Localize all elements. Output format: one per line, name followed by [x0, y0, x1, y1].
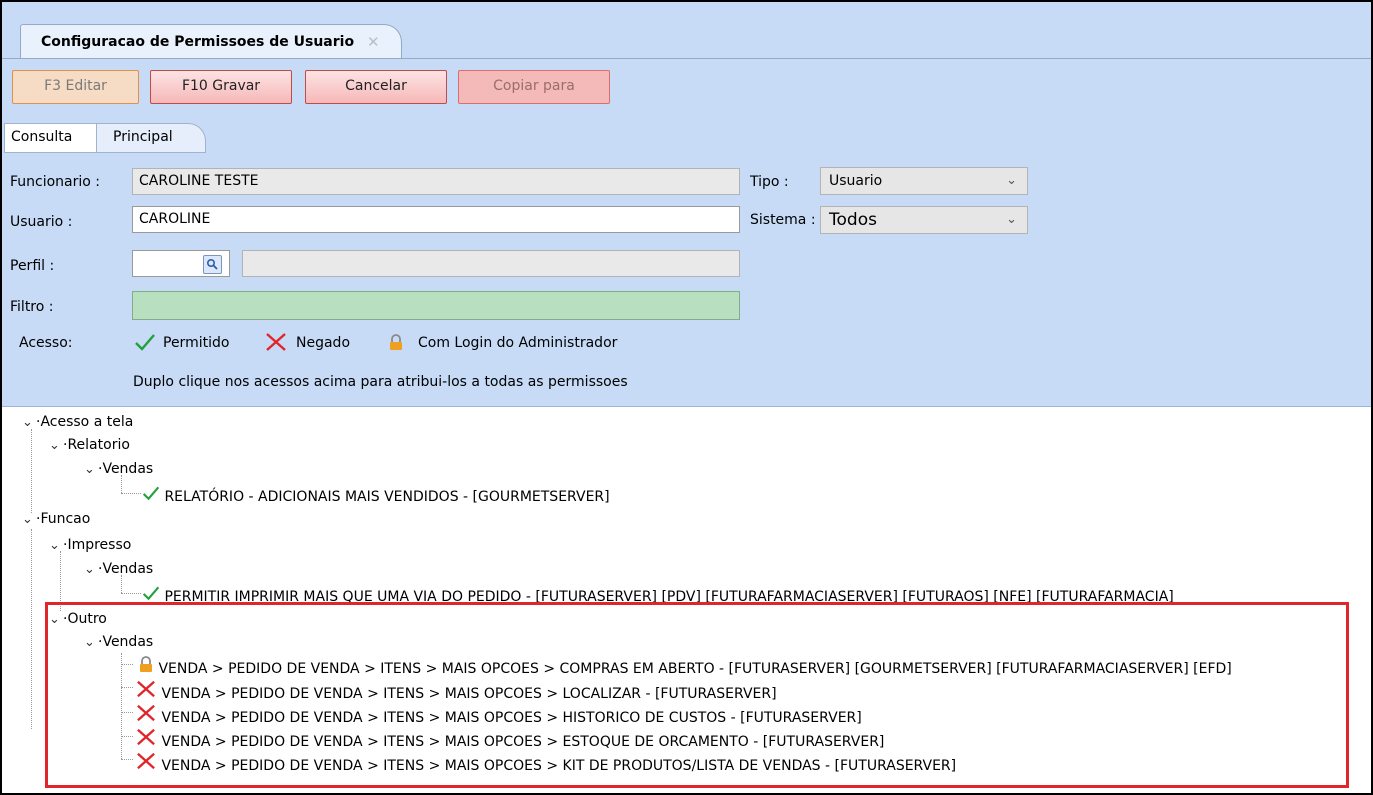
check-icon	[142, 586, 160, 601]
search-icon[interactable]	[203, 255, 222, 274]
tab-principal[interactable]: Principal	[96, 123, 206, 153]
chevron-down-icon: ⌄	[1006, 173, 1017, 188]
usuario-field[interactable]: CAROLINE	[132, 206, 740, 233]
funcionario-label: Funcionario :	[10, 174, 101, 190]
check-icon	[142, 486, 160, 501]
tree-connector	[31, 429, 32, 513]
sistema-label: Sistema :	[750, 212, 816, 228]
tipo-value: Usuario	[829, 173, 883, 189]
permitido-label[interactable]: Permitido	[163, 335, 229, 351]
sistema-value: Todos	[829, 210, 877, 230]
tab-divider	[2, 58, 1371, 59]
tree-node-funcao[interactable]: ⌄ ·Funcao	[22, 511, 90, 527]
check-icon[interactable]	[134, 333, 156, 355]
usuario-label: Usuario :	[10, 214, 73, 230]
chevron-down-icon[interactable]: ⌄	[49, 438, 63, 453]
document-tab-title: Configuracao de Permissoes de Usuario	[41, 34, 355, 50]
perfil-field[interactable]	[132, 250, 230, 277]
tab-consulta[interactable]: Consulta	[4, 123, 100, 153]
permissions-window: Configuracao de Permissoes de Usuario ✕ …	[0, 0, 1373, 795]
tree-connector	[121, 475, 122, 493]
chevron-down-icon: ⌄	[1006, 212, 1017, 227]
perfil-label: Perfil :	[10, 258, 55, 274]
tree-node-label: Acesso a tela	[40, 414, 134, 430]
tipo-select[interactable]: Usuario ⌄	[820, 167, 1028, 195]
perfil-description-field	[242, 250, 740, 277]
admin-label[interactable]: Com Login do Administrador	[418, 335, 617, 351]
tree-node-vendas[interactable]: ⌄ ·Vendas	[84, 461, 153, 477]
close-icon[interactable]: ✕	[367, 33, 380, 51]
tree-node-label: Impresso	[67, 537, 132, 553]
negado-label[interactable]: Negado	[296, 335, 350, 351]
tree-node-acesso-a-tela[interactable]: ⌄ ·Acesso a tela	[22, 414, 133, 430]
save-button[interactable]: F10 Gravar	[150, 70, 292, 104]
chevron-down-icon[interactable]: ⌄	[22, 512, 36, 527]
chevron-down-icon[interactable]: ⌄	[84, 462, 98, 477]
access-hint: Duplo clique nos acessos acima para atri…	[133, 374, 628, 390]
sistema-select[interactable]: Todos ⌄	[820, 206, 1028, 234]
tree-connector	[121, 593, 141, 594]
tree-node-label: Vendas	[102, 561, 154, 577]
funcionario-field[interactable]: CAROLINE TESTE	[132, 168, 740, 195]
cross-icon[interactable]	[264, 332, 288, 356]
form-panel: Configuracao de Permissoes de Usuario ✕ …	[2, 2, 1371, 407]
edit-button[interactable]: F3 Editar	[12, 70, 139, 104]
tree-node-label: Vendas	[102, 461, 154, 477]
chevron-down-icon[interactable]: ⌄	[84, 562, 98, 577]
copy-to-button[interactable]: Copiar para	[458, 70, 610, 104]
filtro-label: Filtro :	[10, 299, 54, 315]
filtro-input[interactable]	[132, 291, 740, 320]
tree-leaf-label: RELATÓRIO - ADICIONAIS MAIS VENDIDOS - […	[164, 489, 610, 505]
tipo-label: Tipo :	[750, 174, 789, 190]
tree-node-label: Funcao	[40, 511, 91, 527]
acesso-label: Acesso:	[19, 335, 73, 351]
cancel-button[interactable]: Cancelar	[305, 70, 447, 104]
tree-leaf[interactable]: RELATÓRIO - ADICIONAIS MAIS VENDIDOS - […	[142, 485, 610, 505]
tree-node-vendas[interactable]: ⌄ ·Vendas	[84, 561, 153, 577]
lock-icon[interactable]	[388, 334, 404, 355]
highlight-box	[45, 602, 1349, 788]
tree-node-impresso[interactable]: ⌄ ·Impresso	[49, 537, 131, 553]
document-tab[interactable]: Configuracao de Permissoes de Usuario ✕	[20, 24, 402, 59]
tree-connector	[121, 575, 122, 593]
chevron-down-icon[interactable]: ⌄	[22, 415, 36, 430]
tree-connector	[121, 493, 141, 494]
chevron-down-icon[interactable]: ⌄	[49, 538, 63, 553]
tree-node-label: Relatorio	[67, 437, 130, 453]
tree-node-relatorio[interactable]: ⌄ ·Relatorio	[49, 437, 130, 453]
tree-connector	[31, 529, 32, 729]
